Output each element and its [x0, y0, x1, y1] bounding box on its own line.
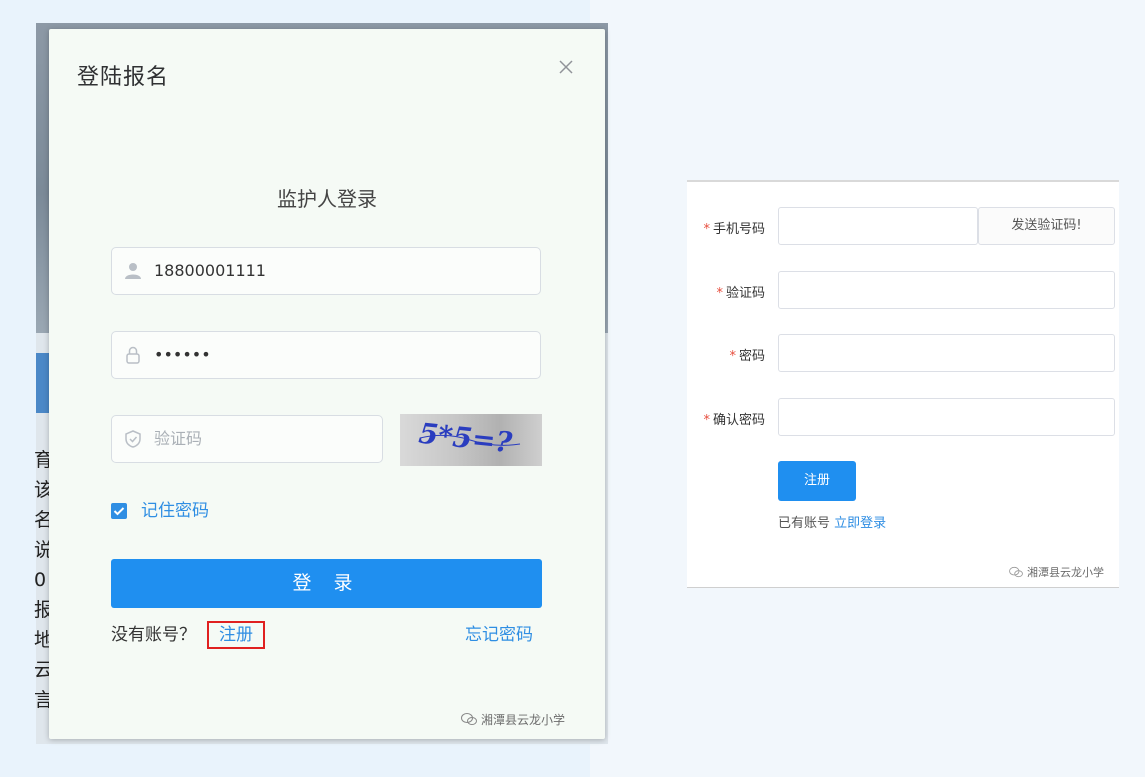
reg-phone-input[interactable] [778, 207, 978, 245]
register-form-card: * 手机号码 发送验证码! * 验证码 * 密码 * 确认密码 注册 已有账号 立即登录… [687, 180, 1119, 588]
phone-label: * 手机号码 [687, 218, 765, 237]
checkbox-icon[interactable] [111, 503, 127, 519]
backdrop-char: 报 [34, 599, 54, 621]
required-mark: * [729, 349, 736, 364]
password-value: •••••• [154, 345, 211, 364]
backdrop-side-text: 育 该 名 说 0 报 地 云 言 [34, 445, 54, 715]
have-account-text: 已有账号 [778, 516, 831, 531]
wechat-icon [461, 712, 477, 729]
required-mark: * [703, 222, 710, 237]
user-icon [122, 260, 144, 282]
phone-value: 18800001111 [154, 261, 266, 280]
send-code-button[interactable]: 发送验证码! [978, 207, 1115, 245]
backdrop-char: 该 [34, 479, 54, 501]
captcha-input[interactable]: 验证码 [111, 415, 383, 463]
modal-watermark: 湘潭县云龙小学 [461, 711, 565, 729]
required-mark: * [716, 286, 723, 301]
code-label-text: 验证码 [725, 286, 765, 301]
wechat-icon [1009, 566, 1023, 581]
forgot-password-link[interactable]: 忘记密码 [465, 623, 533, 647]
card-watermark: 湘潭县云龙小学 [1009, 564, 1104, 581]
confirm-label-text: 确认密码 [712, 413, 765, 428]
code-label: * 验证码 [687, 282, 765, 301]
close-icon[interactable] [554, 55, 578, 79]
backdrop-blue-strip [36, 353, 50, 413]
backdrop-char: 言 [34, 689, 54, 711]
register-link[interactable]: 注册 [207, 621, 265, 649]
remember-label: 记住密码 [141, 501, 209, 521]
have-account-row: 已有账号 立即登录 [778, 512, 886, 531]
watermark-text: 湘潭县云龙小学 [1027, 566, 1104, 579]
reg-password-input[interactable] [778, 334, 1115, 372]
password-input[interactable]: •••••• [111, 331, 541, 379]
reg-confirm-input[interactable] [778, 398, 1115, 436]
password-label: * 密码 [687, 345, 765, 364]
password-label-text: 密码 [738, 349, 765, 364]
confirm-label: * 确认密码 [687, 409, 765, 428]
captcha-text: 5*5=? [417, 417, 514, 460]
backdrop-char: 说 [34, 539, 54, 561]
backdrop-char: 育 [34, 449, 54, 471]
reg-code-input[interactable] [778, 271, 1115, 309]
lock-icon [122, 344, 144, 366]
login-button[interactable]: 登 录 [111, 559, 542, 608]
login-heading: 监护人登录 [277, 187, 377, 211]
no-account-text: 没有账号？ [111, 625, 196, 645]
backdrop-char: 0 [34, 569, 47, 591]
captcha-placeholder: 验证码 [154, 429, 203, 448]
shield-icon [122, 428, 144, 450]
login-now-link[interactable]: 立即登录 [834, 516, 886, 531]
phone-input[interactable]: 18800001111 [111, 247, 541, 295]
phone-label-text: 手机号码 [712, 222, 765, 237]
captcha-image[interactable]: 5*5=? [400, 414, 542, 466]
watermark-text: 湘潭县云龙小学 [481, 713, 566, 727]
backdrop-char: 名 [34, 509, 54, 531]
login-modal: 登陆报名 监护人登录 18800001111 •••••• 验证码 5*5=? … [49, 29, 605, 739]
backdrop-char: 地 [34, 629, 54, 651]
register-submit-button[interactable]: 注册 [778, 461, 856, 501]
modal-title: 登陆报名 [77, 65, 170, 90]
required-mark: * [703, 413, 710, 428]
backdrop-char: 云 [34, 659, 54, 681]
